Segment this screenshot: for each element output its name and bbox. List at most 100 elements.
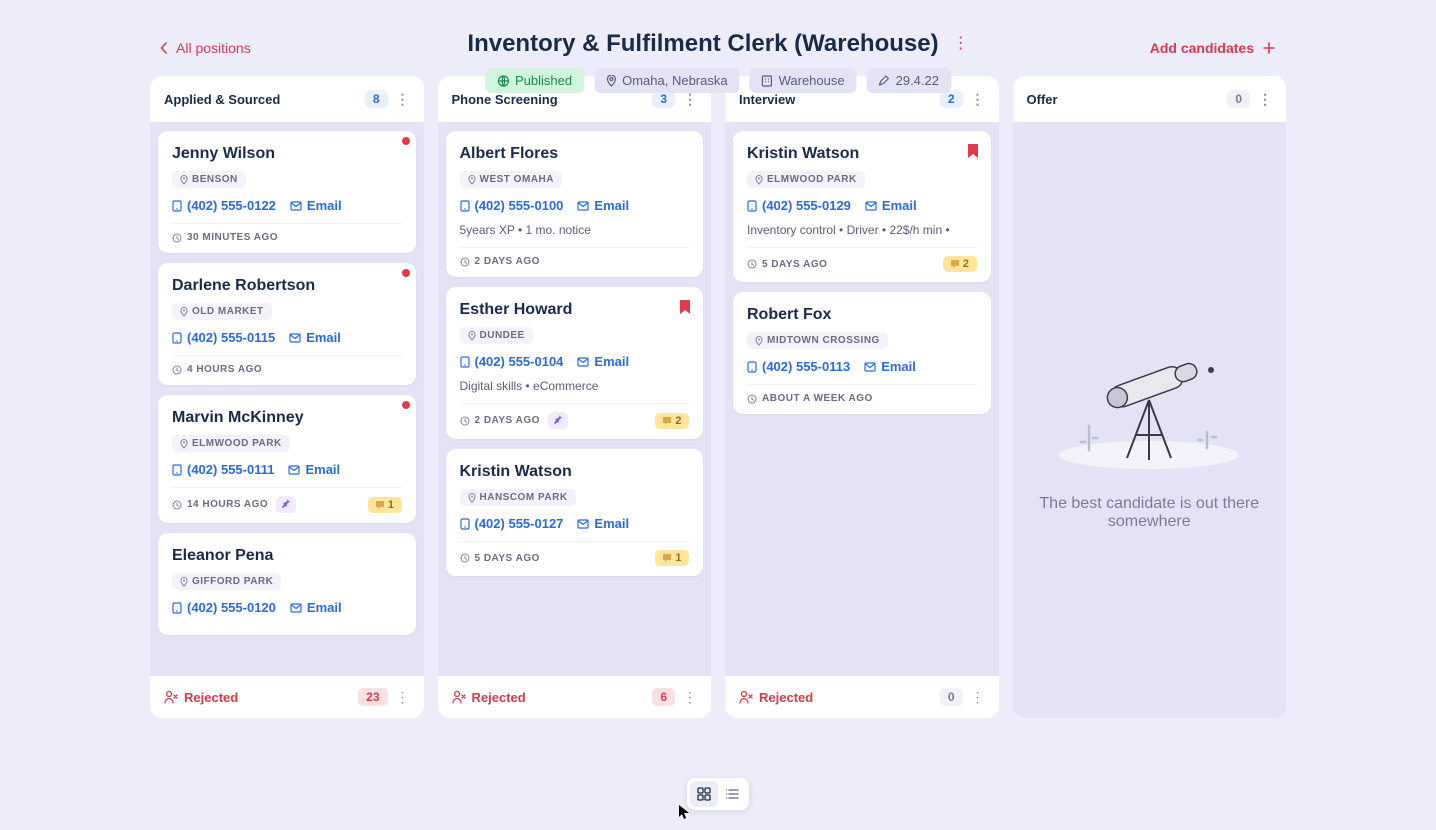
comment-badge[interactable]: 1 — [368, 497, 402, 513]
rejected-section[interactable]: Rejected 0 ⋮ — [725, 675, 999, 718]
column-count: 8 — [365, 90, 388, 108]
candidate-card[interactable]: Darlene Robertson OLD MARKET (402) 555-0… — [158, 263, 416, 385]
clock-icon — [172, 233, 182, 243]
date-chip[interactable]: 29.4.22 — [867, 68, 951, 93]
column-title: Phone Screening — [452, 92, 558, 107]
column-header: Applied & Sourced 8 ⋮ — [150, 76, 424, 123]
candidate-name: Robert Fox — [747, 306, 977, 324]
rejected-section[interactable]: Rejected 6 ⋮ — [438, 675, 712, 718]
phone-link[interactable]: (402) 555-0113 — [747, 359, 850, 374]
candidate-location: OLD MARKET — [172, 303, 272, 320]
status-chip[interactable]: Published — [485, 68, 584, 93]
rejected-menu[interactable]: ⋮ — [683, 690, 697, 704]
globe-icon — [497, 75, 509, 87]
card-footer: 5 DAYS AGO 1 — [460, 541, 690, 566]
candidate-card[interactable]: Albert Flores WEST OMAHA (402) 555-0100 … — [446, 131, 704, 277]
card-notes: Digital skills • eCommerce — [460, 379, 690, 393]
map-pin-icon — [468, 493, 476, 503]
phone-link[interactable]: (402) 555-0100 — [460, 198, 564, 213]
candidate-card[interactable]: Eleanor Pena GIFFORD PARK (402) 555-0120… — [158, 533, 416, 635]
column-menu[interactable]: ⋮ — [683, 92, 697, 106]
email-link[interactable]: Email — [288, 462, 340, 477]
map-pin-icon — [755, 175, 763, 185]
card-time: ABOUT A WEEK AGO — [747, 393, 873, 404]
bookmark-icon[interactable] — [679, 299, 691, 320]
card-footer: 2 DAYS AGO 2 — [460, 403, 690, 429]
mail-icon — [864, 362, 876, 372]
rejected-menu[interactable]: ⋮ — [396, 690, 410, 704]
column-menu[interactable]: ⋮ — [396, 92, 410, 106]
list-view-button[interactable] — [718, 781, 746, 807]
mail-icon — [577, 357, 589, 367]
column-header: Offer 0 ⋮ — [1013, 76, 1287, 123]
comment-badge[interactable]: 2 — [943, 256, 977, 272]
rejected-count: 6 — [652, 688, 675, 706]
comment-badge[interactable]: 2 — [655, 413, 689, 429]
pipeline-column: Offer 0 ⋮ — [1013, 76, 1287, 718]
email-link[interactable]: Email — [577, 354, 629, 369]
card-footer: ABOUT A WEEK AGO — [747, 384, 977, 404]
comment-badge[interactable]: 1 — [655, 550, 689, 566]
pen-icon — [879, 75, 890, 86]
add-candidates-button[interactable]: Add candidates — [1150, 40, 1276, 56]
clock-icon — [460, 416, 470, 426]
department-chip[interactable]: Warehouse — [750, 68, 857, 93]
rejected-label: Rejected — [739, 690, 813, 705]
phone-link[interactable]: (402) 555-0111 — [172, 462, 274, 477]
candidate-card[interactable]: Jenny Wilson BENSON (402) 555-0122 Email… — [158, 131, 416, 253]
candidate-name: Marvin McKinney — [172, 409, 402, 427]
phone-link[interactable]: (402) 555-0129 — [747, 198, 851, 213]
phone-icon — [460, 356, 470, 368]
kanban-view-button[interactable] — [690, 781, 718, 807]
candidate-location: MIDTOWN CROSSING — [747, 332, 888, 349]
candidate-card[interactable]: Kristin Watson ELMWOOD PARK (402) 555-01… — [733, 131, 991, 282]
email-link[interactable]: Email — [577, 516, 629, 531]
email-link[interactable]: Email — [289, 330, 341, 345]
card-time: 2 DAYS AGO — [460, 256, 540, 267]
candidate-card[interactable]: Esther Howard DUNDEE (402) 555-0104 Emai… — [446, 287, 704, 439]
candidate-card[interactable]: Robert Fox MIDTOWN CROSSING (402) 555-01… — [733, 292, 991, 414]
position-menu[interactable]: ⋮ — [953, 36, 969, 52]
column-menu[interactable]: ⋮ — [971, 92, 985, 106]
mail-icon — [865, 201, 877, 211]
phone-link[interactable]: (402) 555-0120 — [172, 600, 276, 615]
empty-text: The best candidate is out there somewher… — [1033, 495, 1267, 531]
candidate-card[interactable]: Kristin Watson HANSCOM PARK (402) 555-01… — [446, 449, 704, 576]
column-menu[interactable]: ⋮ — [1258, 92, 1272, 106]
location-chip[interactable]: Omaha, Nebraska — [594, 68, 740, 93]
card-footer: 14 HOURS AGO 1 — [172, 487, 402, 513]
user-x-icon — [164, 690, 178, 704]
card-footer: 4 HOURS AGO — [172, 355, 402, 375]
email-link[interactable]: Email — [577, 198, 629, 213]
clock-icon — [747, 394, 757, 404]
email-link[interactable]: Email — [864, 359, 916, 374]
phone-icon — [172, 464, 182, 476]
card-footer: 30 MINUTES AGO — [172, 223, 402, 243]
candidate-card[interactable]: Marvin McKinney ELMWOOD PARK (402) 555-0… — [158, 395, 416, 523]
phone-link[interactable]: (402) 555-0127 — [460, 516, 564, 531]
email-link[interactable]: Email — [290, 198, 342, 213]
telescope-illustration — [1049, 310, 1249, 475]
card-footer: 5 DAYS AGO 2 — [747, 247, 977, 272]
email-link[interactable]: Email — [865, 198, 917, 213]
phone-icon — [172, 200, 182, 212]
cards-area: Albert Flores WEST OMAHA (402) 555-0100 … — [438, 123, 712, 675]
card-time: 14 HOURS AGO — [172, 499, 268, 510]
user-x-icon — [739, 690, 753, 704]
email-link[interactable]: Email — [290, 600, 342, 615]
rejected-section[interactable]: Rejected 23 ⋮ — [150, 675, 424, 718]
phone-icon — [747, 361, 757, 373]
rejected-menu[interactable]: ⋮ — [971, 690, 985, 704]
phone-link[interactable]: (402) 555-0115 — [172, 330, 275, 345]
phone-link[interactable]: (402) 555-0122 — [172, 198, 276, 213]
back-to-positions[interactable]: All positions — [160, 40, 251, 56]
bookmark-icon[interactable] — [967, 143, 979, 164]
mail-icon — [289, 333, 301, 343]
map-pin-icon — [468, 175, 476, 185]
mail-icon — [290, 201, 302, 211]
candidate-location: GIFFORD PARK — [172, 573, 281, 590]
candidate-name: Kristin Watson — [460, 463, 690, 481]
card-time: 2 DAYS AGO — [460, 415, 540, 426]
phone-link[interactable]: (402) 555-0104 — [460, 354, 564, 369]
user-x-icon — [452, 690, 466, 704]
